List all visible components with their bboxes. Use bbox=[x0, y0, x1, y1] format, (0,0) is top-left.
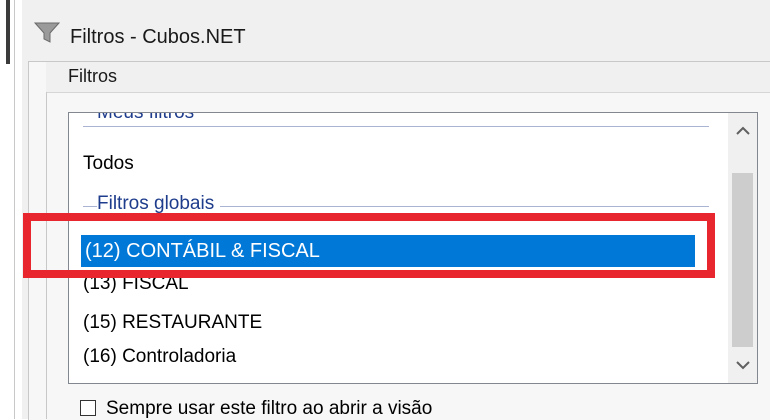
scroll-thumb[interactable] bbox=[732, 173, 753, 347]
always-use-filter-checkbox[interactable] bbox=[80, 400, 96, 416]
left-edge-line bbox=[14, 0, 15, 419]
scroll-down-button[interactable] bbox=[728, 347, 757, 383]
scroll-up-button[interactable] bbox=[728, 113, 757, 149]
always-use-filter-label: Sempre usar este filtro ao abrir a visão bbox=[106, 398, 433, 419]
left-edge bbox=[0, 0, 22, 419]
group-header-meus-filtros: Meus filtros bbox=[83, 113, 709, 139]
filters-group-label: Filtros bbox=[68, 66, 117, 86]
list-item[interactable]: (15) RESTAURANTE bbox=[83, 310, 262, 336]
chevron-up-icon bbox=[735, 126, 750, 135]
list-item[interactable]: (16) Controladoria bbox=[83, 344, 236, 370]
left-edge-marker bbox=[6, 0, 10, 64]
always-use-filter-option[interactable]: Sempre usar este filtro ao abrir a visão bbox=[80, 398, 760, 419]
funnel-icon bbox=[34, 22, 60, 43]
group-label-filtros-globais: Filtros globais bbox=[97, 193, 221, 215]
list-item-todos[interactable]: Todos bbox=[83, 151, 134, 177]
vertical-scrollbar[interactable] bbox=[728, 113, 757, 383]
title-bar: Filtros - Cubos.NET bbox=[22, 0, 770, 54]
filters-group-header: Filtros bbox=[46, 62, 770, 93]
group-separator-line bbox=[83, 126, 709, 127]
chevron-down-icon bbox=[735, 361, 750, 370]
annotation-highlight-box bbox=[23, 213, 715, 278]
window-title: Filtros - Cubos.NET bbox=[70, 26, 246, 48]
group-label-meus-filtros: Meus filtros bbox=[97, 113, 201, 124]
